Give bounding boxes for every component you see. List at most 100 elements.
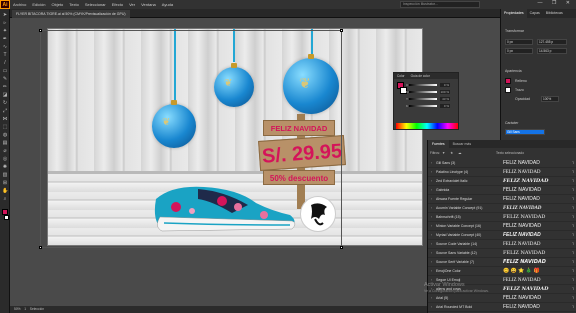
chevron-right-icon[interactable]: ›	[431, 159, 432, 168]
color-slider-y[interactable]: Y 43 %	[406, 97, 452, 101]
menu-efecto[interactable]: Efecto	[109, 2, 126, 7]
direct-selection-tool-icon[interactable]: ▹	[2, 21, 8, 26]
color-value-m[interactable]: 100 %	[440, 90, 450, 94]
chevron-right-icon[interactable]: ›	[431, 168, 432, 177]
chevron-right-icon[interactable]: ›	[431, 294, 432, 303]
opacity-field[interactable]: 100%	[541, 96, 559, 102]
menu-texto[interactable]: Texto	[66, 2, 82, 7]
font-list-item[interactable]: › Zed Extraviolet Italic FELIZ NAVIDAD Ꞁ	[428, 177, 576, 186]
font-list-item[interactable]: › Palatino Linotype (4) FELIZ NAVIDAD Ꞁ	[428, 168, 576, 177]
font-list-item[interactable]: › Acumin Variable Concept (91) FELIZ NAVID…	[428, 204, 576, 213]
chevron-right-icon[interactable]: ›	[431, 240, 432, 249]
font-list-item[interactable]: › Myriad Variable Concept (40) FELIZ NAVID…	[428, 231, 576, 240]
gradient-tool-icon[interactable]: ▤	[2, 141, 8, 146]
font-list-item[interactable]: › Source Serif Variable (7) FELIZ NAVIDAD Ꞁ	[428, 258, 576, 267]
chevron-right-icon[interactable]: ›	[431, 222, 432, 231]
x-field[interactable]: 0 px	[505, 39, 533, 45]
blend-tool-icon[interactable]: ◎	[2, 157, 8, 162]
eyedropper-tool-icon[interactable]: ⌀	[2, 149, 8, 154]
selection-tool-icon[interactable]: ➤	[2, 13, 8, 18]
font-list-item[interactable]: › Minion Variable Concept (16) FELIZ NAVID…	[428, 222, 576, 231]
tab-layers[interactable]: Capas	[527, 9, 543, 18]
artboard-tool-icon[interactable]: ⊞	[2, 181, 8, 186]
stroke-color-swatch[interactable]	[4, 215, 9, 220]
chevron-right-icon[interactable]: ›	[431, 303, 432, 312]
menu-seleccionar[interactable]: Seleccionar	[82, 2, 109, 7]
menu-ver[interactable]: Ver	[126, 2, 138, 7]
color-slider-k[interactable]: K0 %	[406, 104, 452, 108]
font-family-field[interactable]: Gill Sans	[505, 129, 545, 135]
y-field[interactable]: 0 px	[505, 48, 533, 54]
font-list-item[interactable]: › Bahnschrift (15) FELIZ NAVIDAD Ꞁ	[428, 213, 576, 222]
symbol-sprayer-icon[interactable]: ✺	[2, 165, 8, 170]
stroke-chip[interactable]	[505, 87, 511, 93]
color-value-c[interactable]: 0 %	[440, 83, 450, 87]
graph-tool-icon[interactable]: ▥	[2, 173, 8, 178]
tab-fonts[interactable]: Fuentes	[428, 140, 449, 148]
chevron-right-icon[interactable]: ›	[431, 186, 432, 195]
width-tool-icon[interactable]: ⋈	[2, 117, 8, 122]
font-list-item[interactable]: › Arial Rounded MT Bold FELIZ NAVIDAD Ꞁ	[428, 303, 576, 312]
font-list-item[interactable]: › Ahsara Fuente Regular FELIZ NAVIDAD Ꞁ	[428, 195, 576, 204]
color-value-y[interactable]: 43 %	[440, 97, 450, 101]
tab-find-more[interactable]: Buscar más	[449, 140, 475, 148]
color-spectrum[interactable]	[396, 123, 458, 129]
eraser-tool-icon[interactable]: ◪	[2, 93, 8, 98]
resize-handle[interactable]	[340, 246, 343, 249]
menu-ventana[interactable]: Ventana	[138, 2, 159, 7]
rotate-tool-icon[interactable]: ↻	[2, 101, 8, 106]
window-controls[interactable]: — ❐ ✕	[538, 0, 574, 6]
color-slider-m[interactable]: M 100 %	[406, 90, 452, 94]
curvature-tool-icon[interactable]: ∿	[2, 45, 8, 50]
menu-objeto[interactable]: Objeto	[48, 2, 66, 7]
chevron-right-icon[interactable]: ›	[431, 195, 432, 204]
resize-handle[interactable]	[39, 246, 42, 249]
tab-properties[interactable]: Propiedades	[501, 9, 527, 18]
chevron-right-icon[interactable]: ›	[431, 267, 432, 276]
search-input[interactable]: Inspección Illustrator...	[400, 1, 480, 8]
resize-handle[interactable]	[39, 29, 42, 32]
font-list-item[interactable]: › Source Sans Variable (12) FELIZ NAVIDAD Ꞁ	[428, 249, 576, 258]
color-value-k[interactable]: 0 %	[440, 104, 450, 108]
chevron-right-icon[interactable]: ›	[431, 177, 432, 186]
tab-color[interactable]: Color	[397, 73, 405, 79]
selection-bounding-box[interactable]	[39, 29, 343, 249]
paintbrush-tool-icon[interactable]: ✎	[2, 77, 8, 82]
free-transform-icon[interactable]: ⬚	[2, 125, 8, 130]
font-list-item[interactable]: › Source Code Variable (14) FELIZ NAVIDAD Ꞁ	[428, 240, 576, 249]
font-list-item[interactable]: › Gabriola FELIZ NAVIDAD Ꞁ	[428, 186, 576, 195]
h-field[interactable]: 14.563 p	[537, 48, 567, 54]
sample-text-label[interactable]: Texto seleccionado	[496, 150, 524, 157]
menu-edicion[interactable]: Edición	[29, 2, 48, 7]
font-list-item[interactable]: › Gill Sans (3) FELIZ NAVIDAD Ꞁ	[428, 159, 576, 168]
font-list-item[interactable]: › EmojiOne Color 😊 😀 ⭐ 🎄 🎁 Ꞁ	[428, 267, 576, 276]
pen-tool-icon[interactable]: ✒	[2, 37, 8, 42]
chevron-right-icon[interactable]: ›	[431, 249, 432, 258]
line-tool-icon[interactable]: /	[2, 61, 8, 66]
menu-ayuda[interactable]: Ayuda	[159, 2, 176, 7]
hand-tool-icon[interactable]: ✋	[2, 189, 8, 194]
type-tool-icon[interactable]: T	[2, 53, 8, 58]
filter-icons[interactable]: ▼ ★ ☁	[442, 150, 463, 157]
chevron-right-icon[interactable]: ›	[431, 258, 432, 267]
pencil-tool-icon[interactable]: ✏	[2, 85, 8, 90]
chevron-right-icon[interactable]: ›	[431, 204, 432, 213]
chevron-right-icon[interactable]: ›	[431, 231, 432, 240]
scale-tool-icon[interactable]: ⤢	[2, 109, 8, 114]
zoom-level[interactable]: 50%	[14, 307, 21, 311]
tab-libraries[interactable]: Bibliotecas	[543, 9, 566, 18]
magic-wand-icon[interactable]: ✦	[2, 29, 8, 34]
menu-archivo[interactable]: Archivo	[10, 2, 29, 7]
rectangle-tool-icon[interactable]: ▭	[2, 69, 8, 74]
color-slider-c[interactable]: C0 %	[406, 83, 452, 87]
font-list-item[interactable]: › Arial (5) FELIZ NAVIDAD Ꞁ	[428, 294, 576, 303]
shape-builder-icon[interactable]: ◍	[2, 133, 8, 138]
chevron-right-icon[interactable]: ›	[431, 213, 432, 222]
zoom-tool-icon[interactable]: ⌕	[2, 197, 8, 202]
fill-chip[interactable]	[505, 78, 511, 84]
tab-color-guide[interactable]: Guía de color	[411, 73, 430, 79]
resize-handle[interactable]	[340, 29, 343, 32]
w-field[interactable]: 127.455 p	[537, 39, 567, 45]
artboard-number[interactable]: 1	[24, 307, 26, 311]
document-tab[interactable]: FLYER BITACORA TIGRE.ai al 50% (CMYK/Pre…	[12, 10, 130, 18]
